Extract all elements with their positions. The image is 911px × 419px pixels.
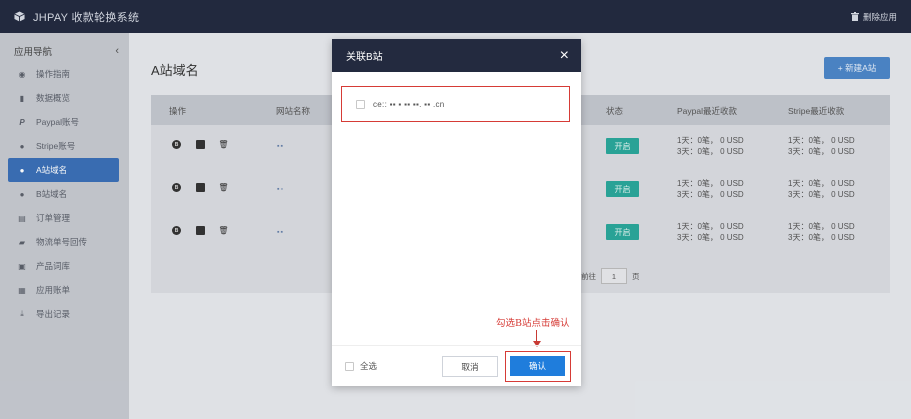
instruction-annotation: 勾选B站点击确认 (496, 318, 570, 329)
dialog-header: 关联B站 × (332, 39, 581, 72)
dialog-title: 关联B站 (346, 52, 383, 63)
select-all-label: 全选 (360, 361, 378, 371)
confirm-highlight: 确认 (505, 351, 571, 382)
dialog-body: ce:: ▪▪ ▪ ▪▪ ▪▪. ▪▪ .cn 勾选B站点击确认 (332, 72, 581, 347)
b-site-checkbox[interactable] (356, 99, 365, 109)
b-site-option[interactable]: ce:: ▪▪ ▪ ▪▪ ▪▪. ▪▪ .cn (341, 86, 570, 122)
confirm-button[interactable]: 确认 (510, 356, 565, 376)
cancel-button[interactable]: 取消 (442, 356, 498, 377)
b-site-domain: ce:: ▪▪ ▪ ▪▪ ▪▪. ▪▪ .cn (373, 99, 445, 109)
close-icon[interactable]: × (560, 47, 569, 64)
dialog-footer: 全选 取消 确认 (332, 345, 581, 386)
select-all[interactable]: 全选 (345, 360, 377, 372)
select-all-checkbox[interactable] (345, 361, 354, 371)
link-b-site-dialog: 关联B站 × ce:: ▪▪ ▪ ▪▪ ▪▪. ▪▪ .cn 勾选B站点击确认 … (332, 39, 581, 386)
